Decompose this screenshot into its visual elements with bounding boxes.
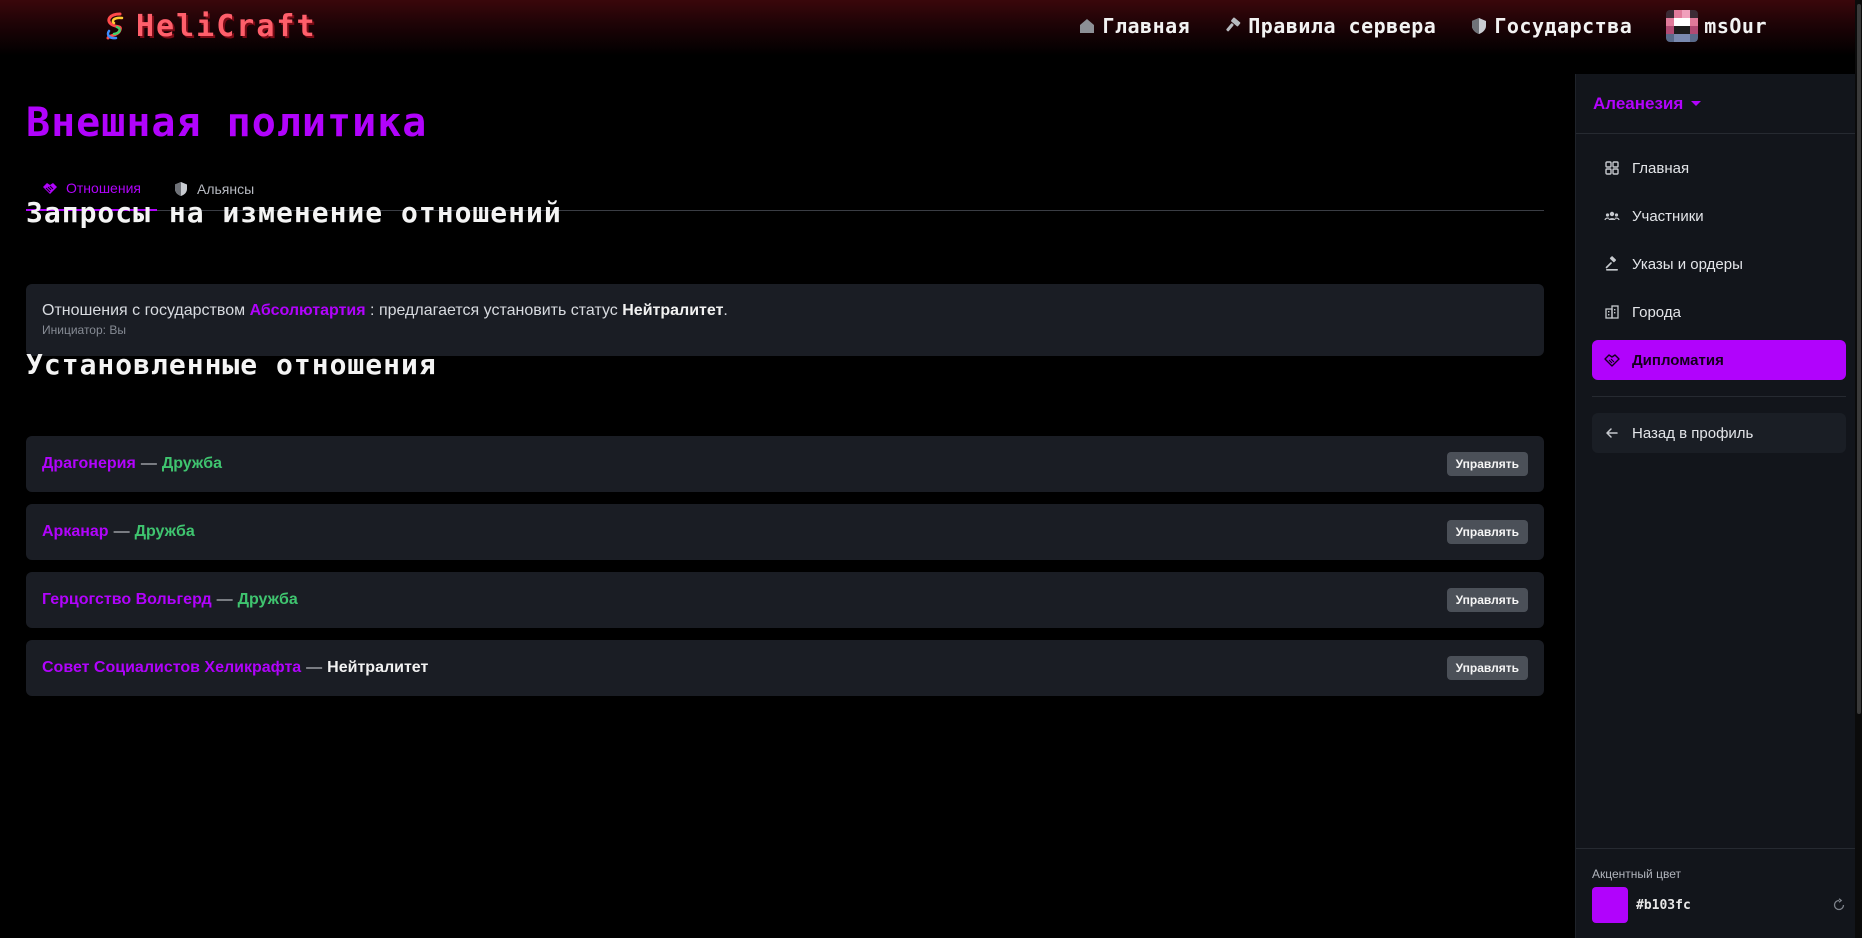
relation-dash: — [306, 659, 323, 676]
request-status: Нейтралитет [622, 302, 724, 319]
manage-button[interactable]: Управлять [1446, 520, 1528, 544]
request-state-link[interactable]: Абсолютартия [250, 302, 366, 319]
state-selector[interactable]: Алеанезия [1576, 74, 1862, 134]
relation-state-link[interactable]: Герцогство Вольгерд [42, 591, 212, 609]
grid-icon [1605, 161, 1619, 175]
nav-rules[interactable]: Правила сервера [1224, 14, 1436, 38]
list-item: Совет Социалистов Хеликрафта — Нейтралит… [26, 640, 1544, 696]
request-prefix: Отношения с государством [42, 302, 246, 319]
relation-state-link[interactable]: Совет Социалистов Хеликрафта [42, 659, 301, 677]
back-to-profile-label: Назад в профиль [1632, 424, 1754, 442]
sidebar-item-label: Города [1632, 303, 1681, 321]
brand-link[interactable]: HeliCraft [102, 8, 317, 44]
accent-color-swatch[interactable] [1592, 887, 1628, 923]
sidebar-item-label: Указы и ордеры [1632, 255, 1743, 273]
relation-dash: — [216, 591, 233, 608]
top-nav: Главная Правила сервера Государства msOu… [1078, 8, 1767, 44]
accent-color-value: #b103fc [1636, 897, 1691, 913]
sidebar-item-label: Участники [1632, 207, 1704, 225]
relation-state-link[interactable]: Драгонерия [42, 455, 136, 473]
request-initiator: Инициатор: Вы [42, 323, 126, 337]
sidebar-item-label: Дипломатия [1632, 351, 1724, 369]
handshake-icon [43, 182, 57, 194]
shield-icon [174, 181, 187, 196]
handshake-icon [1604, 354, 1620, 367]
nav-rules-label: Правила сервера [1248, 14, 1437, 38]
state-name: Алеанезия [1593, 93, 1684, 113]
relation-dash: — [113, 523, 130, 540]
sidebar-item-label: Главная [1632, 159, 1690, 177]
brand-name: HeliCraft [136, 8, 317, 44]
relation-status: Дружба [237, 591, 298, 608]
relation-status: Дружба [134, 523, 195, 540]
request-middle: : предлагается установить статус [370, 302, 618, 319]
back-to-profile-button[interactable]: Назад в профиль [1592, 413, 1846, 453]
shield-icon [1472, 18, 1487, 34]
chevron-down-icon [1691, 101, 1702, 106]
accent-color-panel: Акцентный цвет #b103fc [1576, 848, 1862, 938]
user-menu[interactable]: msOur [1666, 10, 1767, 42]
tab-relations-label: Отношения [66, 179, 141, 196]
relations-title: Установленные отношения [26, 348, 437, 381]
page-title: Внешная политика [26, 100, 428, 146]
gavel-icon [1605, 256, 1618, 271]
accent-color-row: #b103fc [1592, 887, 1846, 923]
reset-icon[interactable] [1832, 898, 1846, 912]
buildings-icon [1605, 305, 1619, 319]
house-icon [1080, 19, 1095, 33]
username: msOur [1704, 14, 1767, 38]
list-item: Драгонерия — Дружба Управлять [26, 436, 1544, 492]
manage-button[interactable]: Управлять [1446, 452, 1528, 476]
sidebar-item-home[interactable]: Главная [1592, 148, 1846, 188]
hammer-icon [1226, 17, 1241, 32]
relation-state-link[interactable]: Арканар [42, 523, 109, 541]
sidebar-item-cities[interactable]: Города [1592, 292, 1846, 332]
arrow-left-icon [1606, 428, 1618, 438]
nav-home-label: Главная [1102, 14, 1191, 38]
manage-button[interactable]: Управлять [1446, 656, 1528, 680]
sidebar-menu: Главная Участники Указы и ордеры Города … [1576, 134, 1862, 453]
sidebar-item-diplomacy[interactable]: Дипломатия [1592, 340, 1846, 380]
tab-alliances-label: Альянсы [196, 180, 255, 197]
sidebar-item-members[interactable]: Участники [1592, 196, 1846, 236]
relation-status: Нейтралитет [327, 659, 429, 676]
requests-title: Запросы на изменение отношений [26, 196, 562, 229]
page-scrollbar-thumb[interactable] [1857, 4, 1861, 714]
list-item: Герцогство Вольгерд — Дружба Управлять [26, 572, 1544, 628]
nav-states-label: Государства [1494, 14, 1633, 38]
relation-status: Дружба [161, 455, 222, 472]
request-card: Отношения с государством Абсолютартия : … [26, 284, 1544, 356]
request-suffix: . [723, 302, 728, 319]
nav-home[interactable]: Главная [1078, 14, 1190, 38]
relation-dash: — [140, 455, 157, 472]
users-icon [1604, 211, 1620, 221]
sidebar-divider [1592, 396, 1846, 397]
request-text: Отношения с государством Абсолютартия : … [42, 302, 1528, 320]
relations-list: Драгонерия — Дружба Управлять Арканар — … [26, 436, 1544, 708]
list-item: Арканар — Дружба Управлять [26, 504, 1544, 560]
spiral-logo-icon [106, 12, 124, 40]
sidebar-item-decrees[interactable]: Указы и ордеры [1592, 244, 1846, 284]
avatar [1666, 10, 1699, 42]
state-sidebar: Алеанезия Главная Участники Указы и орде… [1575, 74, 1862, 938]
manage-button[interactable]: Управлять [1446, 588, 1528, 612]
nav-states[interactable]: Государства [1470, 14, 1632, 38]
top-navbar: HeliCraft Главная Правила сервера Госуда… [0, 0, 1862, 56]
accent-color-label: Акцентный цвет [1592, 867, 1681, 881]
